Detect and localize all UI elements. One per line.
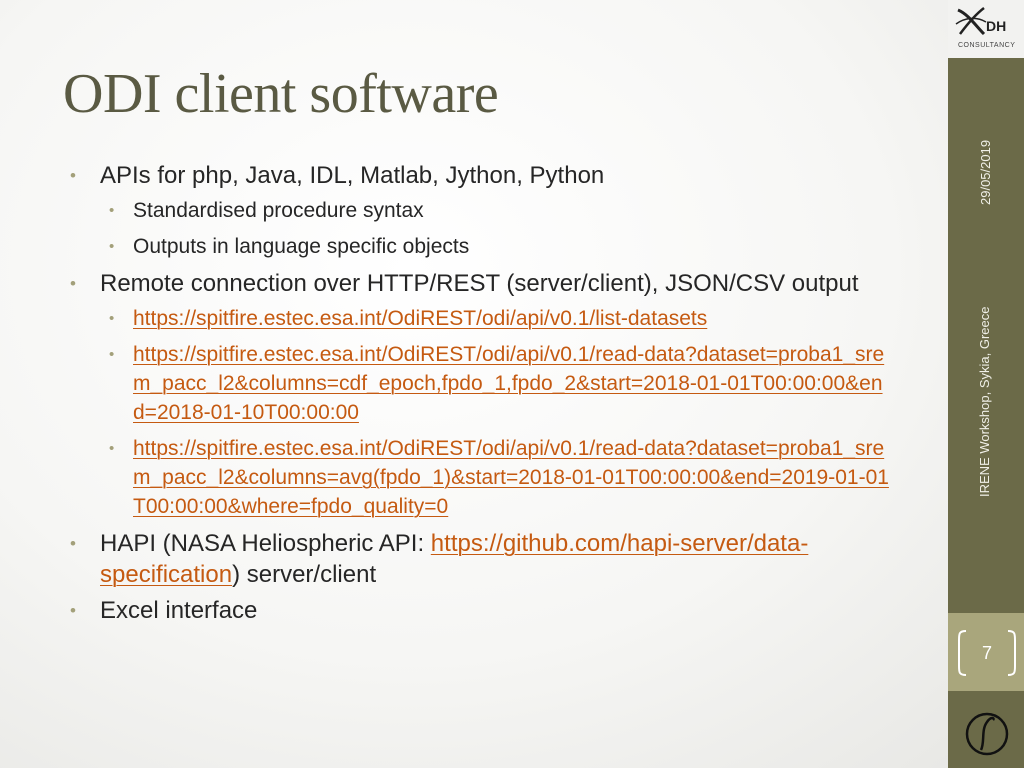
bullet-dot-icon: • (70, 274, 76, 293)
list-item: • Excel interface (70, 595, 890, 626)
list-item: • https://spitfire.estec.esa.int/OdiREST… (70, 340, 890, 427)
list-item: • https://spitfire.estec.esa.int/OdiREST… (70, 434, 890, 521)
read-data-link[interactable]: https://spitfire.estec.esa.int/OdiREST/o… (133, 343, 884, 424)
logo-subtext: CONSULTANCY (958, 42, 1016, 49)
bullet-dot-icon: • (109, 238, 115, 255)
dh-logo-icon (955, 7, 987, 36)
bullet-dot-icon: • (70, 601, 76, 620)
wave-logo-icon (965, 712, 1009, 756)
logo-text: DH (986, 18, 1007, 34)
bullet-list: • APIs for php, Java, IDL, Matlab, Jytho… (70, 160, 890, 631)
list-datasets-link[interactable]: https://spitfire.estec.esa.int/OdiREST/o… (133, 307, 707, 330)
bullet-dot-icon: • (109, 202, 115, 219)
bullet-dot-icon: • (70, 534, 76, 553)
list-item: • Outputs in language specific objects (70, 232, 890, 261)
bullet-text: Excel interface (100, 597, 258, 624)
event-name: IRENE Workshop, Sykia, Greece (977, 306, 992, 498)
slide: ODI client software • APIs for php, Java… (0, 0, 1024, 768)
read-data-avg-link[interactable]: https://spitfire.estec.esa.int/OdiREST/o… (133, 437, 889, 518)
list-item: • Standardised procedure syntax (70, 196, 890, 225)
page-number: 7 (981, 642, 992, 663)
list-item: • https://spitfire.estec.esa.int/OdiREST… (70, 304, 890, 333)
list-item: • APIs for php, Java, IDL, Matlab, Jytho… (70, 160, 890, 191)
bullet-text: Remote connection over HTTP/REST (server… (100, 270, 859, 297)
bullet-dot-icon: • (109, 440, 115, 457)
bullet-text: APIs for php, Java, IDL, Matlab, Jython,… (100, 162, 605, 189)
bullet-text: HAPI (NASA Heliospheric API: (100, 530, 431, 557)
bullet-text: Standardised procedure syntax (133, 199, 424, 222)
list-item: • HAPI (NASA Heliospheric API: https://g… (70, 528, 890, 590)
bullet-dot-icon: • (109, 346, 115, 363)
bullet-text: ) server/client (232, 561, 377, 588)
slide-date: 29/05/2019 (978, 139, 993, 205)
company-logo: DH CONSULTANCY (948, 0, 1024, 58)
bullet-dot-icon: • (70, 166, 76, 185)
bullet-dot-icon: • (109, 310, 115, 327)
list-item: • Remote connection over HTTP/REST (serv… (70, 268, 890, 299)
slide-title: ODI client software (63, 63, 499, 125)
bullet-text: Outputs in language specific objects (133, 235, 470, 258)
